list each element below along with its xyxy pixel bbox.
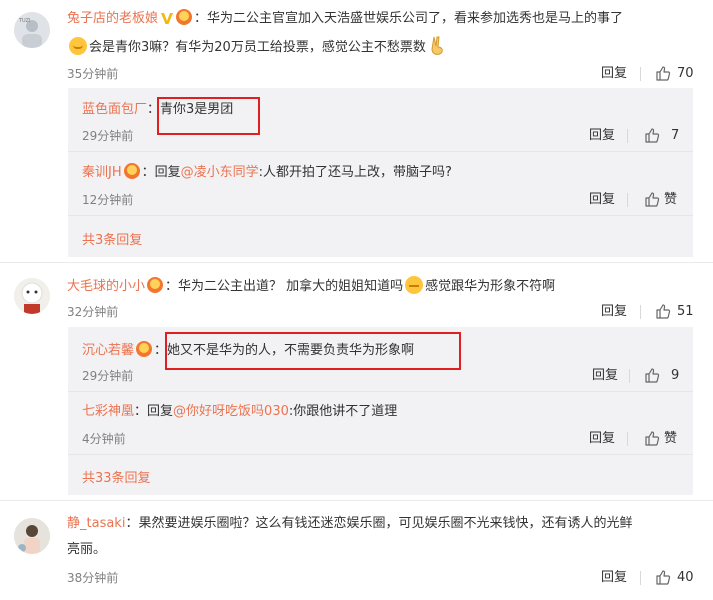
reply-button[interactable]: 回复	[601, 66, 627, 82]
divider	[68, 215, 693, 216]
comment-text-line2: 亮丽。	[67, 540, 106, 560]
sub-comment-username[interactable]: 七彩神凰	[82, 404, 134, 419]
comment-text: 兔子店的老板娘 ：华为二公主官宣加入天浩盛世娱乐公司了，看来参加选秀也是马上的事了	[67, 9, 623, 29]
sub-comment-body: :人都开拍了还马上改，带脑子吗?	[258, 165, 452, 180]
member-badge-icon[interactable]	[123, 163, 140, 179]
comment-username[interactable]: 静_tasaki	[67, 516, 125, 531]
svg-text:TUZI: TUZI	[18, 18, 31, 24]
thumbs-up-icon[interactable]	[644, 127, 660, 143]
more-replies-link[interactable]: 共33条回复	[82, 471, 151, 487]
highlight-box	[165, 332, 461, 370]
like-count[interactable]: 40	[677, 570, 694, 586]
divider	[627, 432, 628, 446]
comment-item: 大毛球的小小 ：华为二公主出道？ 加拿大的姐姐知道吗 感觉跟华为形象不符啊 32分钟…	[0, 262, 713, 500]
avatar-image	[14, 278, 50, 314]
sub-comment-text: 秦训JH ：回复@凌小东同学:人都开拍了还马上改，带脑子吗?	[82, 163, 452, 183]
sub-comment-timestamp: 29分钟前	[82, 369, 134, 383]
sub-comment-text: 七彩神凰：回复@你好呀吃饭吗030:你跟他讲不了道理	[82, 402, 397, 422]
emoji-icon	[69, 37, 87, 55]
mention-link[interactable]: @凌小东同学	[181, 165, 259, 180]
reply-button[interactable]: 回复	[589, 431, 615, 447]
thumbs-up-icon[interactable]	[655, 303, 671, 319]
reply-prefix: 回复	[147, 404, 174, 419]
avatar[interactable]: TUZI	[14, 12, 50, 48]
separator: ：	[134, 404, 148, 419]
sub-comment-timestamp: 4分钟前	[82, 432, 126, 446]
vip-v-icon	[161, 13, 174, 24]
divider	[627, 129, 628, 143]
emoji-icon	[405, 276, 424, 294]
sub-comment-username[interactable]: 沉心若馨	[82, 343, 134, 358]
comment-timestamp: 38分钟前	[67, 571, 119, 585]
thumbs-up-icon[interactable]	[644, 367, 660, 383]
separator: ：	[141, 165, 155, 180]
divider	[640, 305, 641, 319]
sub-comment-body: :你跟他讲不了道理	[288, 404, 398, 419]
divider	[68, 454, 693, 455]
comment-item: TUZI 兔子店的老板娘 ：华为二公主官宣加入天浩盛世娱乐公司了，看来参加选秀也是…	[0, 0, 713, 262]
comment-body-line1: ：华为二公主官宣加入天浩盛世娱乐公司了，看来参加选秀也是马上的事了	[194, 11, 624, 26]
comment-body-line1b: 感觉跟华为形象不符啊	[425, 279, 556, 294]
divider	[640, 571, 641, 585]
divider	[627, 193, 628, 207]
comment-body-line2: 亮丽。	[67, 542, 107, 557]
avatar[interactable]	[14, 278, 50, 314]
divider	[68, 391, 693, 392]
comment-username[interactable]: 兔子店的老板娘	[67, 11, 158, 26]
comment-text-line2: 会是青你3嘛？有华为20万员工给投票，感觉公主不愁票数	[67, 35, 448, 58]
reply-button[interactable]: 回复	[601, 304, 627, 320]
reply-button[interactable]: 回复	[592, 368, 618, 384]
comment-body-line1: ：果然要进娱乐圈啦？这么有钱还迷恋娱乐圈，可见娱乐圈不光来钱快，还有诱人的光鲜	[125, 516, 633, 531]
reply-prefix: 回复	[154, 165, 181, 180]
comment-body-line2: 会是青你3嘛？有华为20万员工给投票，感觉公主不愁票数	[89, 40, 426, 55]
reply-button[interactable]: 回复	[589, 192, 615, 208]
divider	[68, 151, 693, 152]
like-label[interactable]: 赞	[664, 431, 677, 447]
sub-comment-username[interactable]: 蓝色面包厂	[82, 102, 147, 117]
like-count[interactable]: 9	[671, 368, 679, 384]
more-replies-link[interactable]: 共3条回复	[82, 233, 142, 249]
thumbs-up-icon[interactable]	[644, 191, 660, 207]
comment-text: 静_tasaki：果然要进娱乐圈啦？这么有钱还迷恋娱乐圈，可见娱乐圈不光来钱快，…	[67, 514, 632, 534]
like-count[interactable]: 51	[677, 304, 694, 320]
reply-button[interactable]: 回复	[601, 570, 627, 586]
thumbs-up-icon[interactable]	[655, 569, 671, 585]
victory-hand-emoji	[431, 36, 443, 55]
mention-link[interactable]: @你好呀吃饭吗030	[173, 404, 289, 419]
comment-item: 静_tasaki：果然要进娱乐圈啦？这么有钱还迷恋娱乐圈，可见娱乐圈不光来钱快，…	[0, 500, 713, 600]
avatar[interactable]	[14, 518, 50, 554]
member-badge-icon[interactable]	[147, 277, 164, 293]
sub-comment-timestamp: 12分钟前	[82, 193, 134, 207]
thumbs-up-icon[interactable]	[644, 430, 660, 446]
reply-button[interactable]: 回复	[589, 128, 615, 144]
like-label[interactable]: 赞	[664, 192, 677, 208]
sub-comment-timestamp: 29分钟前	[82, 129, 134, 143]
sub-comment-username[interactable]: 秦训JH	[82, 165, 122, 180]
avatar-image	[14, 518, 50, 554]
highlight-box	[157, 97, 260, 135]
like-count[interactable]: 7	[671, 128, 679, 144]
thumbs-up-icon[interactable]	[655, 65, 671, 81]
member-badge-icon[interactable]	[176, 9, 193, 25]
comment-username[interactable]: 大毛球的小小	[67, 279, 145, 294]
comment-timestamp: 35分钟前	[67, 67, 119, 81]
like-count[interactable]: 70	[677, 66, 694, 82]
divider	[640, 67, 641, 81]
divider	[629, 369, 630, 383]
avatar-image: TUZI	[14, 12, 50, 48]
comment-text: 大毛球的小小 ：华为二公主出道？ 加拿大的姐姐知道吗 感觉跟华为形象不符啊	[67, 276, 555, 297]
member-badge-icon[interactable]	[136, 341, 153, 357]
comment-body-line1: ：华为二公主出道？ 加拿大的姐姐知道吗	[165, 279, 404, 294]
comment-timestamp: 32分钟前	[67, 305, 119, 319]
